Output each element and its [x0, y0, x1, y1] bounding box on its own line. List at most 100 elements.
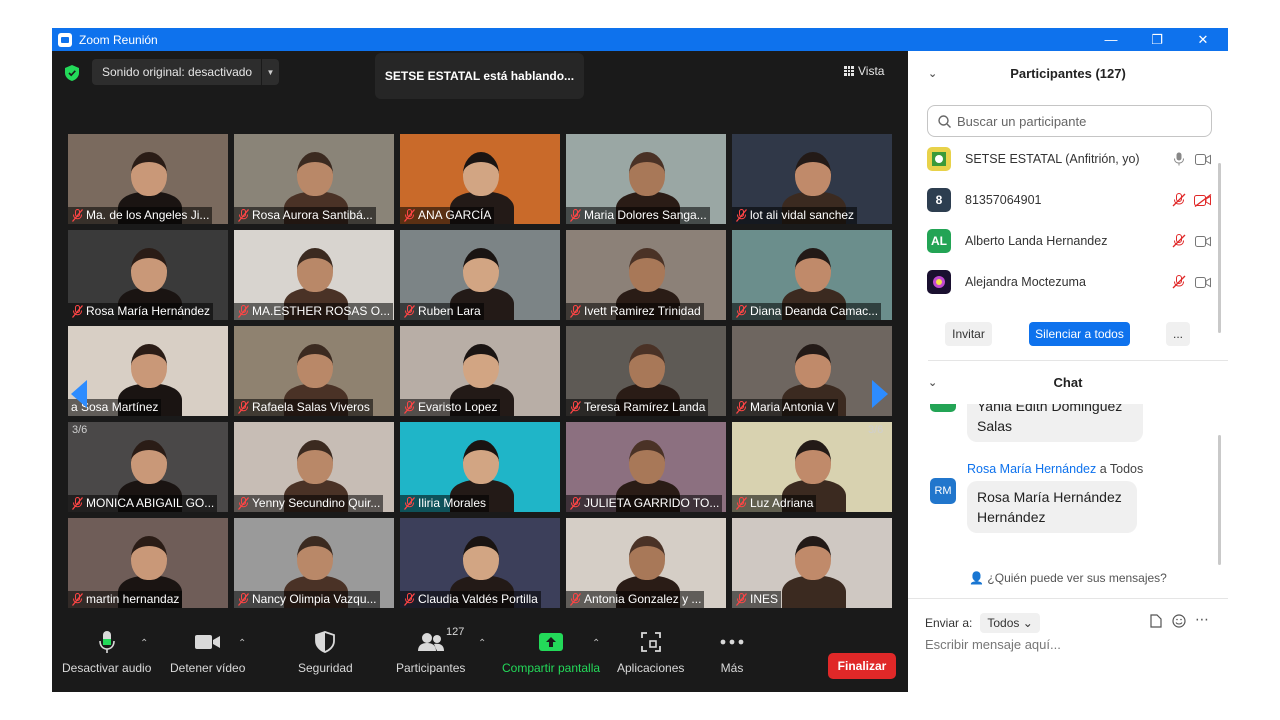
microphone-muted-icon: [570, 305, 581, 318]
collapse-participants-chevron-icon[interactable]: ⌄: [928, 67, 937, 80]
video-tile[interactable]: Ivett Ramirez Trinidad: [566, 230, 726, 320]
close-button[interactable]: ✕: [1180, 28, 1226, 51]
video-tile[interactable]: a Sosa Martínez: [68, 326, 228, 416]
invite-button[interactable]: Invitar: [945, 322, 992, 346]
more-label: Más: [720, 661, 744, 675]
share-options-caret-icon[interactable]: ⌃: [592, 638, 600, 649]
video-tile[interactable]: Maria Antonia V: [732, 326, 892, 416]
video-tile[interactable]: Iliria Morales: [400, 422, 560, 512]
participant-row[interactable]: AL Alberto Landa Hernandez: [927, 226, 1212, 256]
chat-message-input[interactable]: Escribir mensaje aquí...: [925, 637, 1061, 652]
participants-label: Participantes: [396, 661, 466, 675]
security-button[interactable]: Seguridad: [298, 628, 353, 675]
recipient-select[interactable]: Todos ⌄: [980, 613, 1040, 633]
microphone-muted-icon: [72, 497, 83, 510]
video-off-icon[interactable]: [1194, 192, 1212, 208]
video-tile[interactable]: Nancy Olimpia Vazqu...: [234, 518, 394, 608]
participants-scrollbar[interactable]: [1218, 163, 1221, 333]
participant-video-face: [131, 248, 167, 292]
video-tile[interactable]: Diana Deanda Camac...: [732, 230, 892, 320]
participant-search-input[interactable]: Buscar un participante: [927, 105, 1212, 137]
microphone-muted-icon[interactable]: [1170, 274, 1188, 290]
mute-all-button[interactable]: Silenciar a todos: [1029, 322, 1130, 346]
video-tile[interactable]: Ruben Lara: [400, 230, 560, 320]
video-camera-icon[interactable]: [1194, 151, 1212, 167]
video-tile[interactable]: INES: [732, 518, 892, 608]
video-tile-name: Ivett Ramirez Trinidad: [566, 303, 704, 320]
video-tile[interactable]: Maria Dolores Sanga...: [566, 134, 726, 224]
participants-options-caret-icon[interactable]: ⌃: [478, 638, 486, 649]
video-tile[interactable]: Claudia Valdés Portilla: [400, 518, 560, 608]
apps-icon: [640, 632, 661, 652]
video-camera-icon: [194, 635, 220, 649]
video-tile[interactable]: Rafaela Salas Viveros: [234, 326, 394, 416]
chat-message-line: Salas: [977, 418, 1013, 434]
share-screen-button[interactable]: Compartir pantalla: [502, 628, 600, 675]
microphone-muted-icon[interactable]: [1170, 233, 1188, 249]
chat-scrollbar[interactable]: [1218, 435, 1221, 565]
participant-video-face: [297, 536, 333, 580]
participant-name: Alejandra Moctezuma: [965, 275, 1086, 289]
participant-video-face: [795, 152, 831, 196]
participant-row[interactable]: 8 81357064901: [927, 185, 1212, 215]
next-page-arrow-icon[interactable]: [871, 379, 889, 409]
video-tile-name: lot ali vidal sanchez: [732, 207, 858, 224]
emoji-icon[interactable]: [1172, 614, 1186, 628]
participant-row[interactable]: Alejandra Moctezuma: [927, 267, 1212, 297]
video-tile[interactable]: MONICA ABIGAIL GO...: [68, 422, 228, 512]
video-tile[interactable]: Teresa Ramírez Landa: [566, 326, 726, 416]
microphone-icon[interactable]: [1170, 151, 1188, 167]
participant-video-face: [629, 440, 665, 484]
encryption-shield-icon[interactable]: [65, 65, 79, 81]
chevron-down-icon[interactable]: ▼: [261, 59, 279, 85]
video-tile[interactable]: Evaristo Lopez: [400, 326, 560, 416]
video-tile-name: Yenny Secundino Quir...: [234, 495, 384, 512]
send-to-label: Enviar a:: [925, 616, 973, 630]
video-tile[interactable]: lot ali vidal sanchez: [732, 134, 892, 224]
participant-video-face: [297, 248, 333, 292]
original-sound-select[interactable]: Sonido original: desactivado ▼: [92, 59, 279, 85]
end-meeting-button[interactable]: Finalizar: [828, 653, 896, 679]
participant-video-face: [297, 344, 333, 388]
chat-message-line: Rosa María Hernández: [977, 489, 1122, 505]
previous-page-arrow-icon[interactable]: [70, 379, 88, 409]
stop-video-button[interactable]: Detener vídeo: [170, 628, 245, 675]
video-tile[interactable]: ANA GARCÍA: [400, 134, 560, 224]
video-tile-name: MONICA ABIGAIL GO...: [68, 495, 218, 512]
security-label: Seguridad: [298, 661, 353, 675]
who-can-see-messages-link[interactable]: 👤 ¿Quién puede ver sus mensajes?: [908, 571, 1228, 585]
view-button[interactable]: Vista: [844, 59, 900, 83]
video-tile-name: Antonia Gonzalez y ...: [566, 591, 705, 608]
video-tile[interactable]: martin hernandaz: [68, 518, 228, 608]
video-tile[interactable]: MA.ESTHER ROSAS O...: [234, 230, 394, 320]
audio-options-caret-icon[interactable]: ⌃: [140, 638, 148, 649]
grid-view-icon: [844, 66, 854, 76]
zoom-logo-icon: [58, 32, 72, 47]
collapse-chat-chevron-icon[interactable]: ⌄: [928, 376, 937, 389]
microphone-muted-icon: [404, 401, 415, 414]
video-camera-icon[interactable]: [1194, 233, 1212, 249]
participant-video-face: [463, 536, 499, 580]
mute-audio-button[interactable]: Desactivar audio: [62, 628, 151, 675]
share-screen-icon: [539, 633, 564, 651]
video-tile[interactable]: Rosa María Hernández: [68, 230, 228, 320]
video-options-caret-icon[interactable]: ⌃: [238, 638, 246, 649]
chat-more-icon[interactable]: ⋯: [1195, 611, 1209, 628]
microphone-muted-icon[interactable]: [1170, 192, 1188, 208]
video-tile-name: Rosa María Hernández: [68, 303, 214, 320]
video-tile[interactable]: Rosa Aurora Santibá...: [234, 134, 394, 224]
video-camera-icon[interactable]: [1194, 274, 1212, 290]
file-icon[interactable]: [1150, 614, 1162, 628]
video-tile[interactable]: Antonia Gonzalez y ...: [566, 518, 726, 608]
minimize-button[interactable]: —: [1088, 28, 1134, 51]
video-tile[interactable]: JULIETA GARRIDO TO...: [566, 422, 726, 512]
video-tile[interactable]: Ma. de los Angeles Ji...: [68, 134, 228, 224]
apps-button[interactable]: Aplicaciones: [617, 628, 684, 675]
restore-button[interactable]: ❐: [1134, 28, 1180, 51]
more-button[interactable]: Más: [720, 628, 744, 675]
view-label: Vista: [858, 64, 885, 78]
participants-more-button[interactable]: ...: [1166, 322, 1190, 346]
participant-row[interactable]: SETSE ESTATAL (Anfitrión, yo): [927, 144, 1212, 174]
video-tile[interactable]: Yenny Secundino Quir...: [234, 422, 394, 512]
page-indicator-left: 3/6: [72, 424, 88, 436]
